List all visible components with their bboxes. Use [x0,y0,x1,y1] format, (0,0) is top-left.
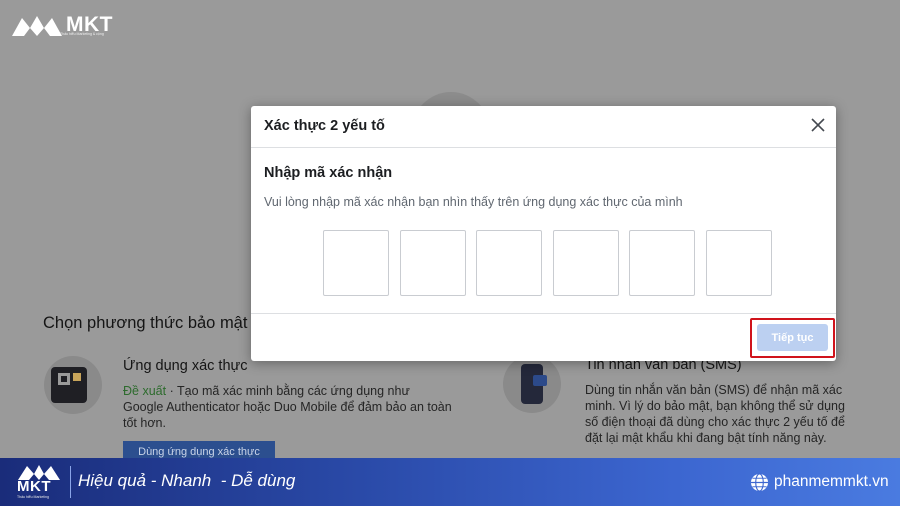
enter-code-heading: Nhập mã xác nhận [264,165,393,181]
bottom-banner: MKT Thấu hiểu Marketing Hiệu quả - Nhanh… [0,458,900,506]
authenticator-app-title: Ứng dụng xác thực [123,358,248,374]
code-digit-input-3[interactable] [476,230,542,296]
globe-icon [750,473,769,492]
continue-button[interactable]: Tiếp tục [757,324,828,351]
sms-phone-icon [503,355,561,413]
banner-divider [70,466,71,498]
code-digit-input-4[interactable] [553,230,619,296]
banner-logo-subtitle: Thấu hiểu Marketing [17,495,49,499]
modal-title: Xác thực 2 yếu tố [264,118,385,134]
modal-header: Xác thực 2 yếu tố [251,106,836,148]
close-icon[interactable] [808,115,828,135]
mkt-logo-subtitle: Thấu hiểu Marketing & cộng [60,32,104,36]
sms-method-description: Dùng tin nhắn văn bản (SMS) để nhận mã x… [585,383,845,445]
website-link[interactable]: phanmemmkt.vn [774,473,889,491]
use-authenticator-app-button[interactable]: Dùng ứng dụng xác thực [123,441,275,458]
code-input-group [323,230,773,296]
code-digit-input-2[interactable] [400,230,466,296]
banner-logo-text: MKT [17,478,51,495]
banner-slogan: Hiệu quả - Nhanh - Dễ dùng [78,471,296,490]
authenticator-app-description: Đề xuất · Tạo mã xác minh bằng các ứng d… [123,383,453,431]
recommended-tag: Đề xuất [123,384,167,398]
enter-code-instructions: Vui lòng nhập mã xác nhận bạn nhìn thấy … [264,195,683,209]
security-method-title: Chọn phương thức bảo mật [43,314,248,332]
authenticator-app-icon [44,356,102,414]
authenticator-app-description-text: · Tạo mã xác minh bằng các ứng dụng như … [123,384,452,430]
modal-footer-divider [251,313,836,314]
code-digit-input-1[interactable] [323,230,389,296]
mkt-logo-icon [12,16,62,36]
code-digit-input-6[interactable] [706,230,772,296]
code-digit-input-5[interactable] [629,230,695,296]
two-factor-modal: Xác thực 2 yếu tố Nhập mã xác nhận Vui l… [251,106,836,361]
